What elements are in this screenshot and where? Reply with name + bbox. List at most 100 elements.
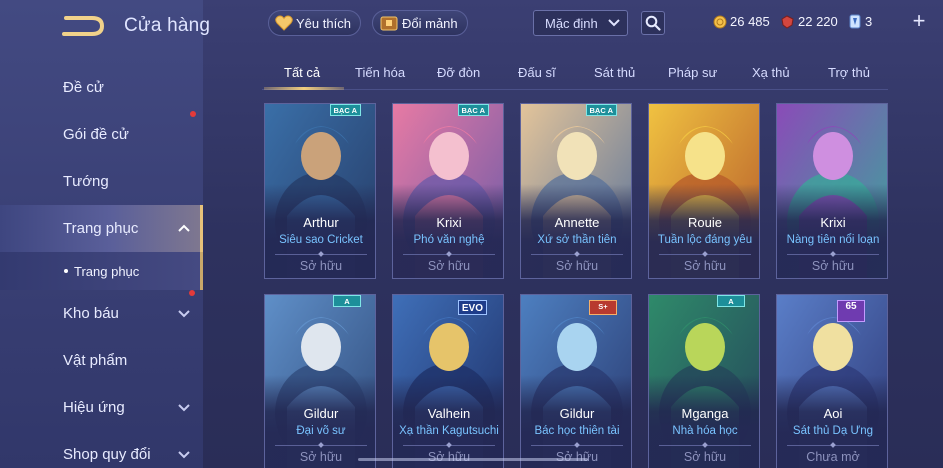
skin-card[interactable]: Arthur Siêu sao Cricket Sở hữu BẠC A [264,103,376,279]
ownership-status: Sở hữu [427,259,471,273]
ownership-status: Sở hữu [683,450,727,464]
favorites-label: Yêu thích [296,15,351,31]
gold-value: 26 485 [730,14,770,29]
shard-chest-icon [380,16,398,31]
gold-currency: 26 485 [713,14,770,29]
gold-coin-icon [713,15,727,28]
skin-name: Sát thủ Dạ Ưng [792,425,874,437]
rarity-badge: A [333,295,361,307]
sidebar-item-exchange-shop[interactable]: Shop quy đổi [0,431,203,468]
skin-name: Tuần lộc đáng yêu [657,234,753,246]
sidebar-item-heroes[interactable]: Tướng [0,158,203,205]
hero-name: Gildur [559,406,595,421]
ticket-currency: 3 [848,14,872,29]
hero-name: Aoi [823,406,843,421]
hero-name: Annette [554,215,600,230]
card-divider [403,445,495,446]
back-arrow-icon[interactable] [62,14,106,38]
tab-tank[interactable]: Đỡ đòn [437,65,480,80]
sort-select[interactable]: Mặc định [533,10,628,36]
skin-name: Xứ sở thần tiên [537,234,617,246]
ownership-status: Sở hữu [555,450,599,464]
favorites-button[interactable]: Yêu thích [268,10,361,36]
hero-name: Mganga [681,406,729,421]
ownership-status: Chưa mở [806,450,860,464]
tab-assassin[interactable]: Sát thủ [594,65,635,80]
skin-card[interactable]: Gildur Bác học thiên tài Sở hữu S+ [520,294,632,468]
card-divider [787,254,879,255]
card-divider [659,445,751,446]
ownership-status: Sở hữu [299,450,343,464]
ticket-value: 3 [865,14,873,29]
exchange-shards-label: Đổi mảnh [402,15,458,31]
ownership-status: Sở hữu [811,259,855,273]
tab-marksman[interactable]: Xạ thủ [752,65,790,80]
heart-icon [275,15,293,31]
ticket-icon [849,14,861,29]
sidebar-item-effects[interactable]: Hiệu ứng [0,384,203,431]
rarity-badge: 65 [837,300,865,322]
rarity-badge: BẠC A [457,104,489,116]
sidebar-item-label: Tướng [63,173,109,190]
ownership-status: Sở hữu [555,259,599,273]
sidebar-item-label: Trang phục [63,220,139,237]
sort-value: Mặc định [545,15,598,31]
notification-dot [190,111,196,117]
sidebar-item-items[interactable]: Vật phẩm [0,337,203,384]
sidebar-subitem-label: Trang phục [74,263,140,279]
category-tabs: Tất cả Tiến hóa Đỡ đòn Đấu sĩ Sát thủ Ph… [262,60,888,90]
add-currency-button[interactable]: + [909,10,929,32]
chevron-down-icon [178,310,190,318]
sidebar-item-label: Hiệu ứng [63,399,125,416]
card-divider [787,445,879,446]
card-divider [403,254,495,255]
rarity-badge: BẠC A [585,104,617,116]
sidebar-item-recommended[interactable]: Đề cử [0,64,203,111]
sidebar-item-treasure[interactable]: Kho báu [0,290,203,337]
skin-card[interactable]: Krixi Nàng tiên nổi loạn Sở hữu [776,103,888,279]
skin-name: Nàng tiên nổi loạn [786,234,880,246]
scroll-indicator[interactable] [358,458,588,461]
skin-card[interactable]: Rouie Tuần lộc đáng yêu Sở hữu [648,103,760,279]
skin-name: Phó văn nghệ [413,234,485,246]
card-divider [531,254,623,255]
ruby-currency: 22 220 [780,14,838,29]
ownership-status: Sở hữu [299,259,343,273]
card-divider [531,445,623,446]
skin-card[interactable]: Krixi Phó văn nghệ Sở hữu BẠC A [392,103,504,279]
chevron-down-icon [178,451,190,459]
hero-name: Rouie [688,215,722,230]
sidebar-item-label: Kho báu [63,305,119,322]
hero-name: Gildur [303,406,339,421]
skin-card[interactable]: Gildur Đại võ sư Sở hữu A [264,294,376,468]
card-divider [275,254,367,255]
card-divider [659,254,751,255]
skin-card[interactable]: Mganga Nhà hóa học Sở hữu A [648,294,760,468]
sidebar-subitem-skins[interactable]: Trang phục [0,252,203,290]
skin-card[interactable]: Aoi Sát thủ Dạ Ưng Chưa mở 65 [776,294,888,468]
sidebar-item-label: Đề cử [63,79,104,96]
sidebar-item-bundles[interactable]: Gói đề cử [0,111,203,158]
tab-evolution[interactable]: Tiến hóa [355,65,405,80]
ruby-gem-icon [781,14,794,29]
tab-fighter[interactable]: Đấu sĩ [518,65,556,80]
tab-all[interactable]: Tất cả [284,65,320,80]
bullet-icon [64,269,68,273]
search-button[interactable] [641,11,665,35]
sidebar-item-skins[interactable]: Trang phục [0,205,203,252]
ownership-status: Sở hữu [683,259,727,273]
hero-name: Krixi [436,215,462,230]
active-tab-indicator [264,87,344,90]
tab-support[interactable]: Trợ thủ [828,65,870,80]
notification-dot [189,290,195,296]
skin-card[interactable]: Annette Xứ sở thần tiên Sở hữu BẠC A [520,103,632,279]
skin-name: Nhà hóa học [672,425,738,437]
hero-name: Valhein [427,406,471,421]
skin-name: Bác học thiên tài [534,425,620,437]
tab-mage[interactable]: Pháp sư [668,65,717,80]
card-divider [275,445,367,446]
skin-card[interactable]: Valhein Xạ thần Kagutsuchi Sở hữu EVO [392,294,504,468]
hero-name: Arthur [303,215,339,230]
exchange-shards-button[interactable]: Đổi mảnh [372,10,468,36]
ownership-status: Sở hữu [427,450,471,464]
